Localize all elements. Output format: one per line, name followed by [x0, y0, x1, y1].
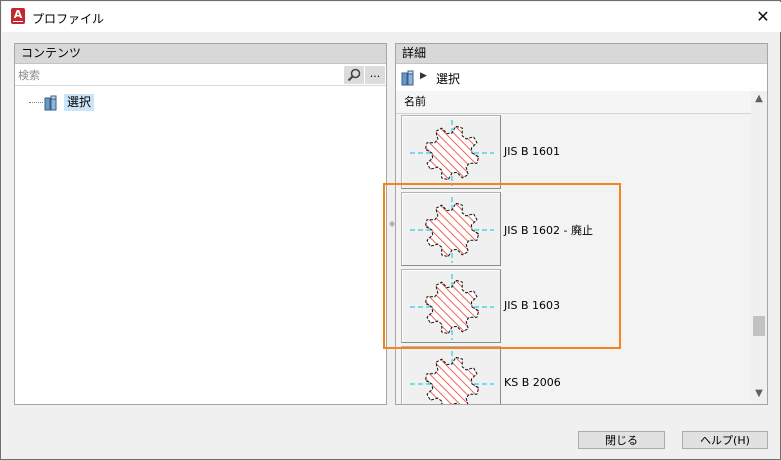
chevron-right-icon: ▶ — [420, 71, 427, 81]
column-header-name[interactable]: 名前 — [396, 91, 751, 114]
tree-item-label: 選択 — [64, 94, 95, 111]
spline-profile-icon — [410, 120, 494, 186]
search-input[interactable] — [15, 65, 343, 85]
profile-thumbnail — [401, 346, 501, 404]
close-button[interactable]: 閉じる — [578, 431, 665, 449]
close-icon[interactable]: ✕ — [750, 6, 776, 28]
spline-profile-icon — [410, 351, 494, 404]
highlight-annotation — [383, 183, 621, 349]
row-label: JIS B 1601 — [504, 145, 561, 158]
list-item[interactable]: KS B 2006 — [396, 345, 751, 404]
dialog-title: プロファイル — [32, 12, 105, 26]
more-options-button[interactable]: ... — [365, 66, 385, 84]
app-logo-icon: A — [11, 8, 25, 24]
scroll-up-icon[interactable]: ▲ — [751, 93, 767, 107]
divider — [15, 85, 386, 86]
scroll-down-icon[interactable]: ▼ — [751, 388, 767, 402]
vertical-scrollbar[interactable]: ▲ ▼ — [751, 91, 767, 404]
tree-connector — [29, 102, 43, 103]
breadcrumb-item[interactable]: 選択 — [436, 70, 460, 87]
search-button[interactable] — [344, 66, 364, 84]
breadcrumb: ▶ 選択 — [396, 65, 767, 91]
list-item[interactable]: JIS B 1601 — [396, 114, 751, 191]
help-button[interactable]: ヘルプ(H) — [682, 431, 768, 449]
row-label: KS B 2006 — [504, 376, 561, 389]
profile-folder-icon — [401, 70, 414, 86]
profile-dialog: A プロファイル ✕ コンテンツ ... 選択 ◆ 詳細 — [0, 0, 781, 460]
search-icon — [347, 68, 361, 82]
contents-panel-header: コンテンツ — [15, 44, 386, 64]
profile-folder-icon — [44, 95, 57, 111]
profile-thumbnail — [401, 115, 501, 189]
scroll-thumb[interactable] — [753, 315, 765, 336]
tree-item-selection[interactable]: 選択 — [29, 94, 329, 114]
details-panel-header: 詳細 — [396, 44, 767, 64]
title-bar: A プロファイル ✕ — [2, 2, 781, 32]
contents-panel: コンテンツ ... 選択 — [14, 43, 387, 405]
